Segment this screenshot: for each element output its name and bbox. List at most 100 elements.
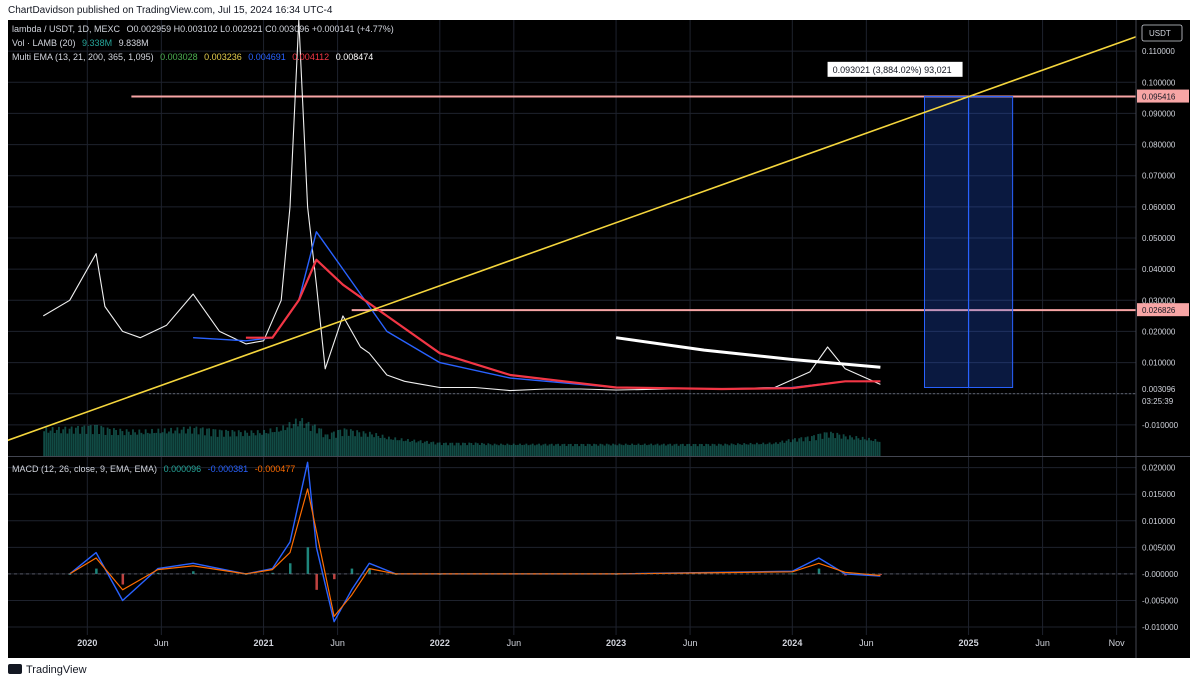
volume-bar xyxy=(398,440,401,456)
volume-bar xyxy=(366,436,369,456)
volume-bar xyxy=(383,437,386,456)
volume-bar xyxy=(440,445,443,456)
measure-label: 0.093021 (3,884.02%) 93,021 xyxy=(827,61,963,77)
volume-bar xyxy=(83,425,86,456)
volume-bar xyxy=(214,429,217,456)
volume-bar xyxy=(318,428,320,456)
volume-bar xyxy=(313,424,316,456)
volume-bar xyxy=(72,433,75,456)
volume-bar xyxy=(127,431,130,456)
volume-bar xyxy=(808,441,811,456)
volume-bar xyxy=(294,418,297,456)
volume-bar xyxy=(758,444,760,456)
volume-bar xyxy=(652,445,655,456)
volume-bar xyxy=(108,428,111,456)
time-tick-label: 2020 xyxy=(77,638,97,648)
volume-bar xyxy=(844,436,847,456)
volume-bar xyxy=(121,431,124,456)
volume-bar xyxy=(766,443,769,456)
volume-bar xyxy=(777,443,779,456)
volume-bar xyxy=(106,427,109,456)
volume-bar xyxy=(667,444,669,456)
time-tick-label: Jun xyxy=(507,638,522,648)
volume-bar xyxy=(320,428,323,456)
volume-bar xyxy=(616,445,619,456)
volume-bar xyxy=(876,441,879,456)
volume-bar xyxy=(711,443,714,456)
volume-bar xyxy=(825,432,828,456)
volume-bar xyxy=(637,443,640,456)
volume-bar xyxy=(89,425,92,456)
legend-volume-row[interactable]: Vol · LAMB (20) 9.338M 9.838M xyxy=(12,38,149,48)
volume-bar xyxy=(794,438,796,456)
volume-bar xyxy=(552,445,555,456)
legend-ema-value-1: 0.003028 xyxy=(160,52,198,62)
volume-bar xyxy=(768,442,771,456)
chart-area[interactable]: 0.110000 0.100000 0.090000 0.080000 0.070000… xyxy=(8,20,1190,658)
volume-bar xyxy=(267,433,270,456)
macd-signal-line xyxy=(69,488,881,618)
volume-bar xyxy=(326,434,329,456)
volume-bar xyxy=(231,430,234,456)
chart-canvas[interactable]: 0.110000 0.100000 0.090000 0.080000 0.070000… xyxy=(8,20,1190,658)
volume-bar xyxy=(375,433,378,456)
price-line xyxy=(43,20,881,392)
volume-bar xyxy=(654,444,657,456)
legend-symbol-row[interactable]: lambda / USDT, 1D, MEXC O0.002959 H0.003… xyxy=(12,24,394,34)
volume-bar xyxy=(269,428,272,456)
volume-bar xyxy=(868,437,870,456)
volume-bar xyxy=(379,437,382,456)
volume-bar xyxy=(631,443,634,456)
time-axis[interactable]: 2020 Jun 2021 Jun 2022 Jun 2023 Jun 2024 Jun 2025 J… xyxy=(77,638,1125,648)
volume-bar xyxy=(142,434,145,456)
volume-bar xyxy=(726,444,729,456)
volume-bar xyxy=(821,438,824,456)
volume-bar xyxy=(352,430,354,456)
volume-bar xyxy=(502,444,505,456)
volume-bar xyxy=(409,441,411,456)
price-tick-label: 0.040000 xyxy=(1142,265,1176,274)
volume-bar xyxy=(305,423,308,456)
volume-bar xyxy=(514,444,517,456)
volume-bar xyxy=(301,418,304,456)
volume-bar xyxy=(113,428,115,456)
volume-bar xyxy=(584,445,587,456)
volume-bar xyxy=(595,444,598,456)
tradingview-logo[interactable]: TradingView xyxy=(8,664,87,676)
volume-bar xyxy=(119,428,122,456)
volume-bar xyxy=(728,445,731,456)
volume-bar xyxy=(271,432,274,456)
volume-bar xyxy=(163,428,166,456)
price-axis[interactable]: 0.110000 0.100000 0.090000 0.080000 0.070000… xyxy=(1135,20,1179,658)
volume-bar xyxy=(246,432,249,456)
volume-bar xyxy=(730,443,733,456)
legend-ema-row[interactable]: Multi EMA (13, 21, 200, 365, 1,095) 0.00… xyxy=(12,52,373,62)
volume-bar xyxy=(684,445,686,456)
volume-bar xyxy=(345,429,348,456)
volume-bar xyxy=(487,443,490,456)
macd-histogram-bar xyxy=(192,571,195,574)
volume-bar xyxy=(402,441,405,456)
volume-bar xyxy=(597,445,600,456)
time-tick-label: Jun xyxy=(330,638,345,648)
volume-bar xyxy=(865,440,868,456)
volume-bar xyxy=(495,444,498,456)
volume-bar xyxy=(60,433,62,456)
volume-bar xyxy=(610,445,612,456)
volume-bar xyxy=(686,444,689,456)
volume-bar xyxy=(878,441,881,456)
volume-bar xyxy=(675,443,678,456)
legend-ema-label: Multi EMA (13, 21, 200, 365, 1,095) xyxy=(12,52,154,62)
volume-bar xyxy=(138,429,141,456)
volume-bar xyxy=(149,433,151,456)
volume-bar xyxy=(68,428,71,456)
measure-range[interactable] xyxy=(924,96,1014,388)
legend-macd-row[interactable]: MACD (12, 26, close, 9, EMA, EMA) 0.0000… xyxy=(12,464,295,474)
volume-bar xyxy=(588,444,591,456)
volume-bar xyxy=(195,426,198,456)
time-tick-label: Jun xyxy=(683,638,698,648)
volume-bar xyxy=(191,433,194,456)
macd-histogram-bar xyxy=(306,547,310,574)
currency-badge[interactable]: USDT xyxy=(1141,24,1183,42)
volume-bar xyxy=(457,442,460,456)
